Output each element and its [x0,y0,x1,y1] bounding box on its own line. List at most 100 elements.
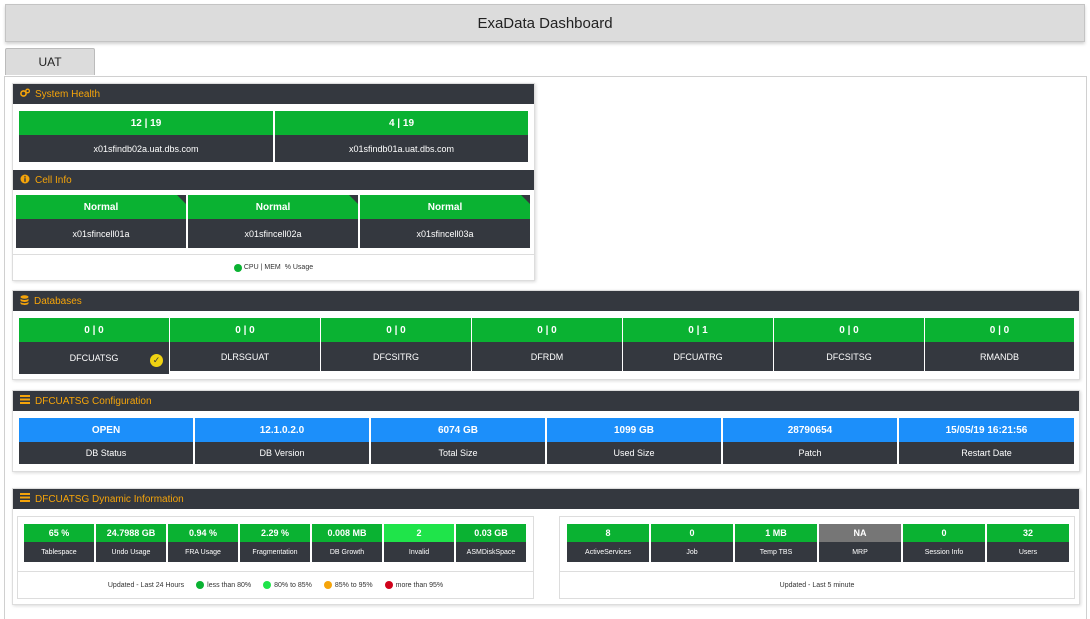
metric-value: 24.7988 GB [96,524,166,542]
metric-undo-usage[interactable]: 24.7988 GB Undo Usage [96,524,166,562]
db-value: 0 | 1 [623,318,773,342]
db-value: 0 | 0 [321,318,471,342]
cell-name: x01sfincell03a [360,219,530,248]
config-total-size: 6074 GB Total Size [371,418,545,464]
metric-label: Invalid [384,542,454,562]
metric-value: 32 [987,524,1069,542]
metric-label: MRP [819,542,901,562]
gears-icon [20,88,31,101]
cell-info-header: Cell Info [13,170,534,190]
metric-value: 0 [903,524,985,542]
metric-users[interactable]: 32 Users [987,524,1069,562]
health-node-value: 12 | 19 [19,111,273,135]
cell-legend-cpu-mem: CPU | MEM [243,264,281,271]
health-node-host: x01sfindb02a.uat.dbs.com [19,135,273,162]
metric-label: Tablespace [24,542,94,562]
metric-job[interactable]: 0 Job [651,524,733,562]
db-value: 0 | 0 [472,318,622,342]
metric-temp-tbs[interactable]: 1 MB Temp TBS [735,524,817,562]
config-label: DB Version [195,442,369,464]
metric-db-growth[interactable]: 0.008 MB DB Growth [312,524,382,562]
legend-dot-lightgreen [263,581,272,589]
metric-label: FRA Usage [168,542,238,562]
cell-legend: CPU | MEM % Usage [13,254,534,280]
metric-asmdiskspace[interactable]: 0.03 GB ASMDiskSpace [456,524,526,562]
metric-tablespace[interactable]: 65 % Tablespace [24,524,94,562]
config-label: Patch [723,442,897,464]
cell-status: Normal [427,201,463,213]
metric-value: 65 % [24,524,94,542]
config-value: 6074 GB [371,418,545,442]
info-icon [20,174,30,187]
tab-uat[interactable]: UAT [5,48,95,75]
config-label: Restart Date [899,442,1074,464]
db-tile-dfcsitrg[interactable]: 0 | 0 DFCSITRG [321,318,471,371]
legend-label: 80% to 85% [274,581,312,589]
database-icon [20,294,29,308]
cell-info-title: Cell Info [35,174,72,186]
cell-name: x01sfincell01a [16,219,186,248]
metric-value: 8 [567,524,649,542]
metric-value: 0.008 MB [312,524,382,542]
list-icon [20,493,30,505]
config-db-version: 12.1.0.2.0 DB Version [195,418,369,464]
config-value: 15/05/19 16:21:56 [899,418,1074,442]
metric-session-info[interactable]: 0 Session Info [903,524,985,562]
metric-label: Job [651,542,733,562]
left-updated-text: Updated - Last 24 Hours [107,581,185,589]
db-name: DLRSGUAT [170,342,320,371]
cell-status: Normal [83,201,119,213]
db-tile-dfcuatsg[interactable]: 0 | 0 DFCUATSG ✓ [19,318,169,374]
db-value: 0 | 0 [19,318,169,342]
metric-value: 0.03 GB [456,524,526,542]
cell-tile-1[interactable]: Normal x01sfincell01a [16,195,186,248]
metric-fragmentation[interactable]: 2.29 % Fragmentation [240,524,310,562]
legend-dot-orange [323,581,332,589]
metric-value: 0.94 % [168,524,238,542]
metric-invalid[interactable]: 2 Invalid [384,524,454,562]
cell-tile-2[interactable]: Normal x01sfincell02a [188,195,358,248]
legend-dot [233,263,242,272]
dynamic-right-box: 8 ActiveServices 0 Job 1 MB Temp TBS NA … [559,516,1075,599]
health-node-host: x01sfindb01a.uat.dbs.com [275,135,528,162]
page-title: ExaData Dashboard [5,4,1085,42]
metric-fra-usage[interactable]: 0.94 % FRA Usage [168,524,238,562]
metric-label: Session Info [903,542,985,562]
config-value: 28790654 [723,418,897,442]
db-tile-dlrsguat[interactable]: 0 | 0 DLRSGUAT [170,318,320,371]
check-icon: ✓ [150,354,163,367]
db-tile-rmandb[interactable]: 0 | 0 RMANDB [925,318,1074,371]
db-value: 0 | 0 [774,318,924,342]
db-tile-dfcuatrg[interactable]: 0 | 1 DFCUATRG [623,318,773,371]
config-value: OPEN [19,418,193,442]
system-health-header: System Health [13,84,534,104]
metric-mrp[interactable]: NA MRP [819,524,901,562]
config-value: 1099 GB [547,418,721,442]
legend-label: less than 80% [207,581,252,589]
db-tile-dfrdm[interactable]: 0 | 0 DFRDM [472,318,622,371]
health-node-1[interactable]: 12 | 19 x01sfindb02a.uat.dbs.com [19,111,273,162]
health-node-value: 4 | 19 [275,111,528,135]
db-name: DFCUATRG [623,342,773,371]
corner-marker [177,195,186,204]
system-health-title: System Health [35,88,101,100]
databases-title: Databases [34,295,82,307]
config-db-status: OPEN DB Status [19,418,193,464]
metric-label: ASMDiskSpace [456,542,526,562]
db-tile-dfcsitsg[interactable]: 0 | 0 DFCSITSG [774,318,924,371]
db-name: DFRDM [472,342,622,371]
health-node-2[interactable]: 4 | 19 x01sfindb01a.uat.dbs.com [275,111,528,162]
metric-label: ActiveServices [567,542,649,562]
metric-active-services[interactable]: 8 ActiveServices [567,524,649,562]
metric-label: Temp TBS [735,542,817,562]
config-panel: DFCUATSG Configuration OPEN DB Status 12… [12,390,1080,472]
dynamic-panel: DFCUATSG Dynamic Information 65 % Tables… [12,488,1080,605]
metric-value: 0 [651,524,733,542]
databases-panel: Databases 0 | 0 DFCUATSG ✓ 0 | 0 DLRSGUAT… [12,290,1080,380]
cell-tile-3[interactable]: Normal x01sfincell03a [360,195,530,248]
cell-legend-usage: % Usage [284,264,314,271]
db-name: RMANDB [925,342,1074,371]
dynamic-left-footer: Updated - Last 24 Hours less than 80% 80… [18,571,533,598]
metric-label: Fragmentation [240,542,310,562]
config-restart-date: 15/05/19 16:21:56 Restart Date [899,418,1074,464]
